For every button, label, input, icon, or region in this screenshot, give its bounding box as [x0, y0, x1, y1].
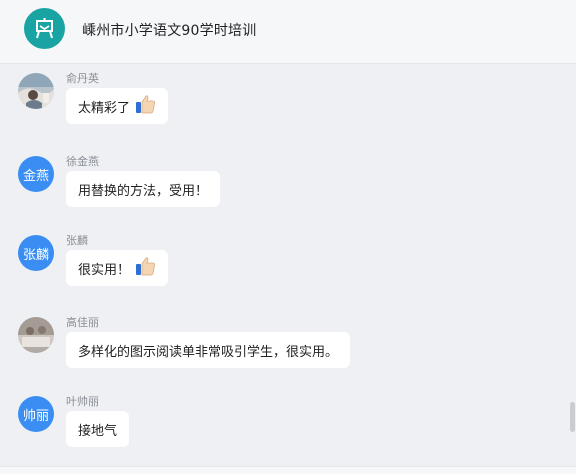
course-logo-icon — [24, 8, 65, 49]
avatar[interactable]: 帅丽 — [18, 396, 54, 432]
message-bubble: 很实用！ — [66, 250, 169, 286]
avatar[interactable] — [18, 317, 54, 353]
sender-name: 叶帅丽 — [66, 395, 99, 408]
avatar[interactable] — [18, 73, 54, 109]
sender-name: 高佳丽 — [66, 316, 99, 329]
message-bubble: 多样化的图示阅读单非常吸引学生，很实用。 — [66, 332, 351, 368]
message-text: 太精彩了 — [78, 100, 131, 116]
message-bubble: 用替换的方法，受用！ — [66, 171, 221, 207]
sender-name: 徐金燕 — [66, 155, 99, 168]
message-bubble: 接地气 — [66, 411, 130, 447]
sender-name: 俞丹英 — [66, 72, 99, 85]
message-text: 很实用！ — [78, 262, 131, 278]
message-text: 接地气 — [78, 423, 118, 439]
footer-divider — [0, 466, 576, 474]
thumbs-up-icon — [134, 93, 156, 119]
message-text: 用替换的方法，受用！ — [78, 183, 209, 199]
avatar[interactable]: 金燕 — [18, 156, 54, 192]
message-bubble: 太精彩了 — [66, 88, 169, 124]
message-text: 多样化的图示阅读单非常吸引学生，很实用。 — [78, 344, 339, 360]
scrollbar-thumb[interactable] — [570, 402, 575, 432]
thumbs-up-icon — [134, 255, 156, 281]
avatar[interactable]: 张麟 — [18, 235, 54, 271]
sender-name: 张麟 — [66, 234, 88, 247]
chat-header: 嵊州市小学语文90学时培训 — [0, 0, 576, 64]
chat-title: 嵊州市小学语文90学时培训 — [82, 23, 257, 39]
